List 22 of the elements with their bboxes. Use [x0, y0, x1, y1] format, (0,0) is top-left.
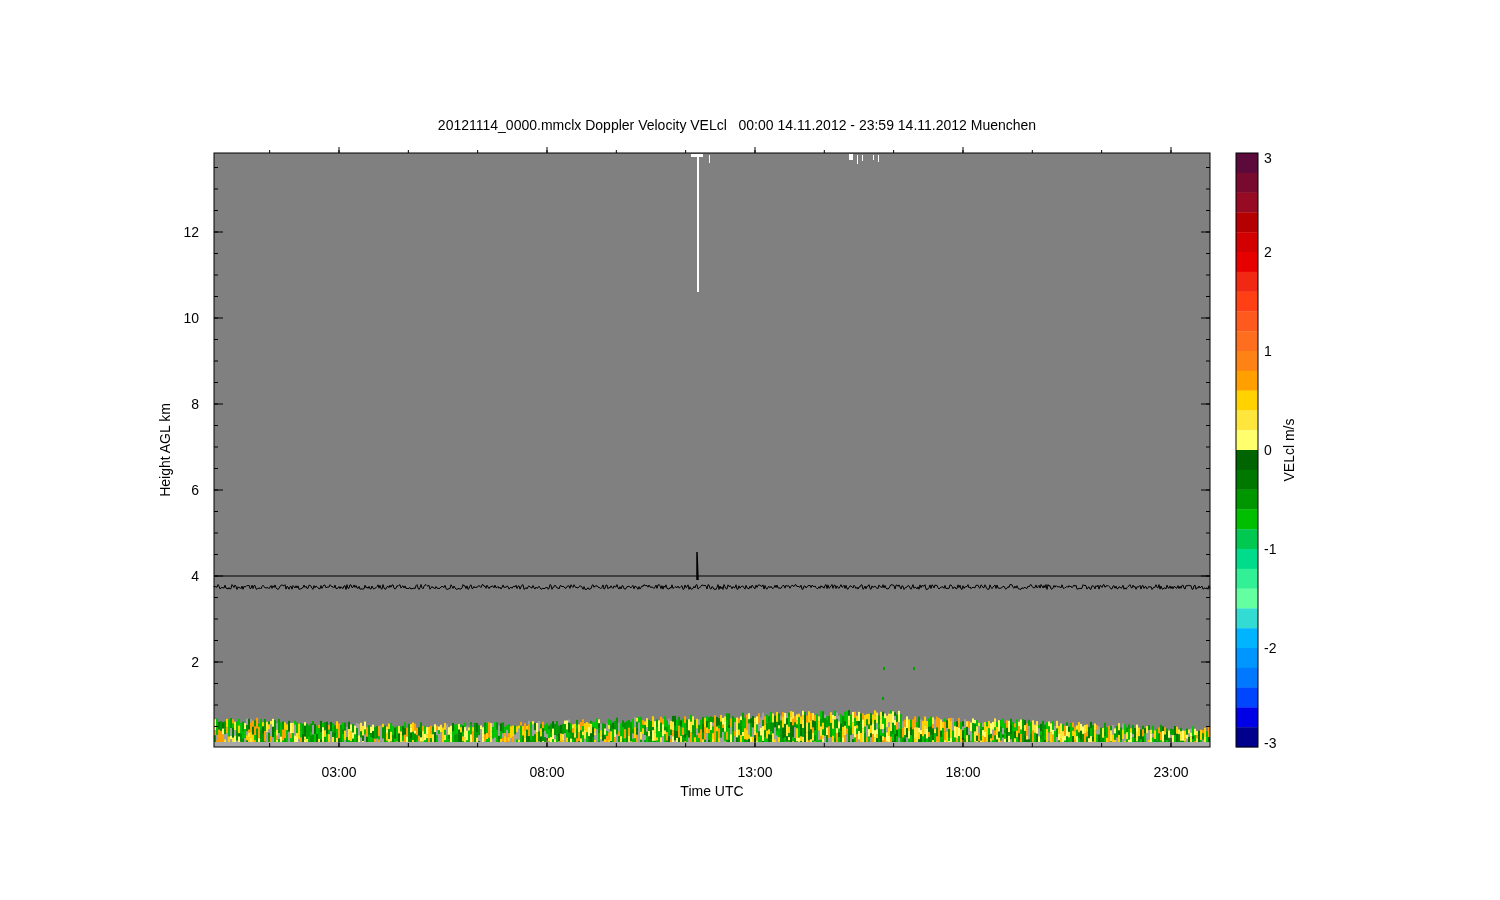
- y-tick-label: 4: [191, 568, 199, 584]
- colorbar-tick-label: 2: [1264, 244, 1272, 260]
- x-tick-label: 23:00: [1153, 764, 1189, 780]
- y-tick-label: 12: [183, 224, 199, 240]
- x-axis-label: Time UTC: [680, 783, 744, 799]
- colorbar-label: VELcl m/s: [1281, 418, 1297, 482]
- y-tick-label: 8: [191, 396, 199, 412]
- colorbar-tick-label: -2: [1264, 640, 1277, 656]
- x-tick-label: 03:00: [321, 764, 357, 780]
- y-tick-label: 10: [183, 310, 199, 326]
- colorbar-tick-label: 3: [1264, 150, 1272, 166]
- y-axis-label: Height AGL km: [157, 403, 173, 497]
- x-tick-label: 08:00: [529, 764, 565, 780]
- y-tick-label: 6: [191, 482, 199, 498]
- x-tick-label: 13:00: [737, 764, 773, 780]
- colorbar-tick-label: 0: [1264, 442, 1272, 458]
- plot-title: 20121114_0000.mmclx Doppler Velocity VELcl 00:00 14.11.2012 - 23:59 14.11.2012 Muenchen: [437, 117, 1037, 133]
- colorbar-tick-label: -3: [1264, 735, 1277, 751]
- colorbar-tick-label: 1: [1264, 343, 1272, 359]
- y-tick-label: 2: [191, 654, 199, 670]
- colorbar-tick-label: -1: [1264, 541, 1277, 557]
- x-tick-label: 18:00: [945, 764, 981, 780]
